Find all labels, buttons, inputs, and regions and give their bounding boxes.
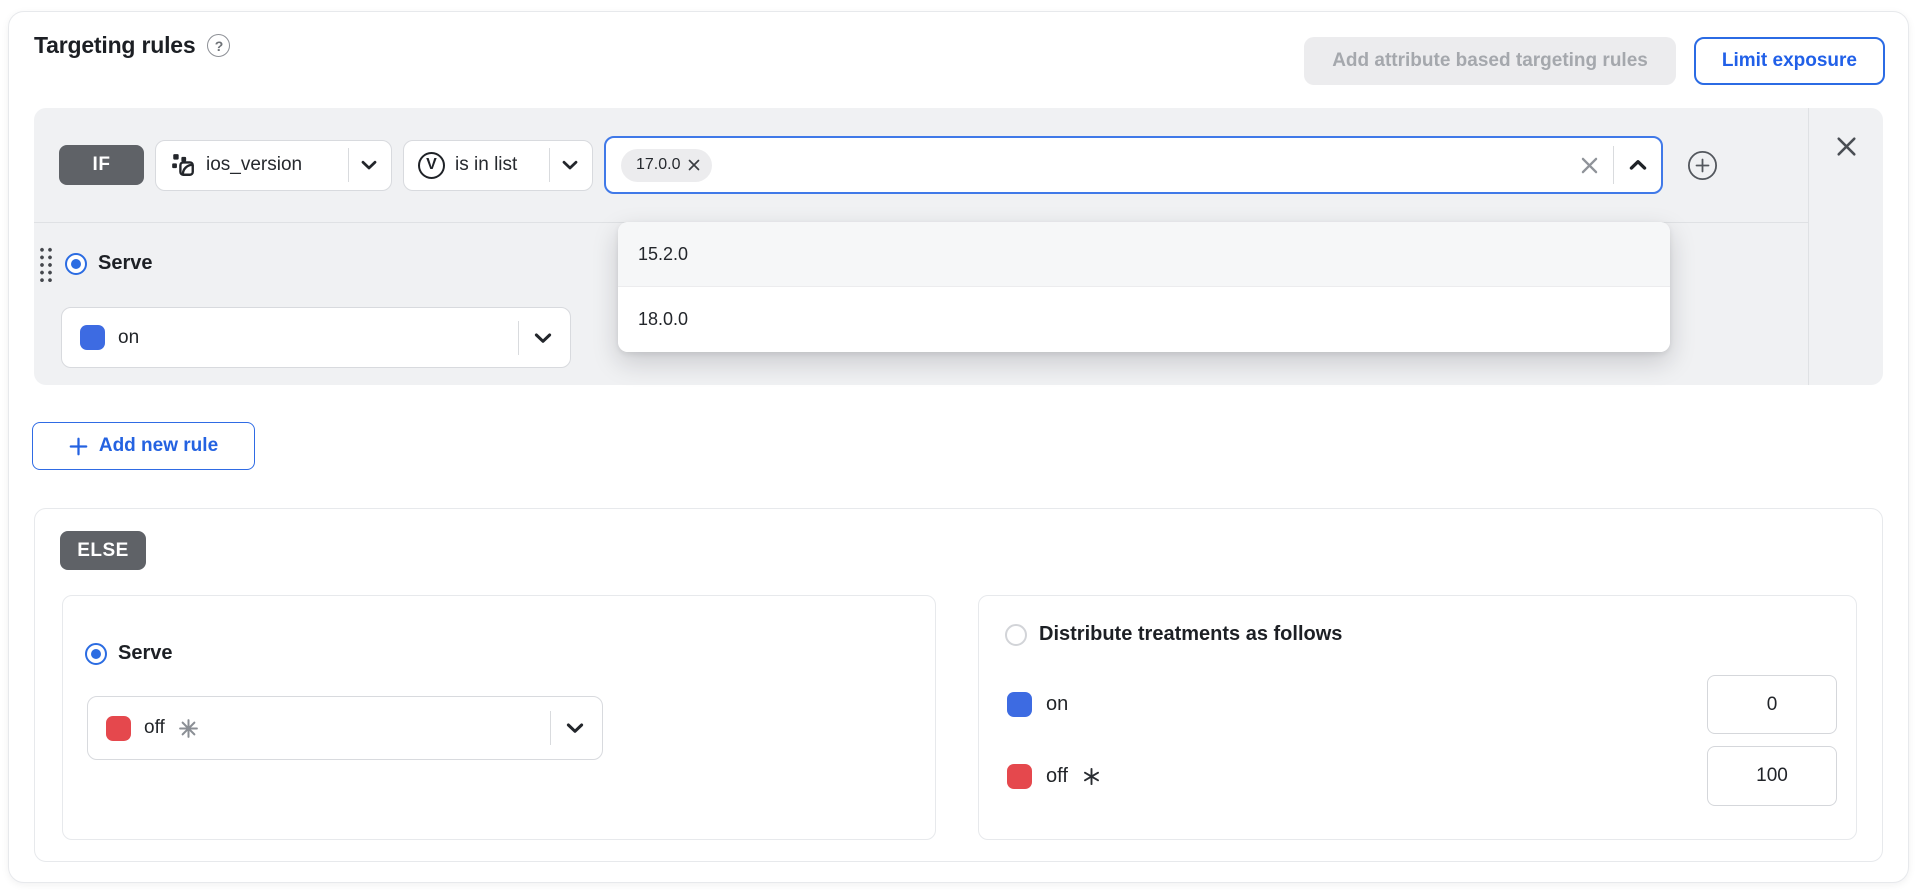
- distribution-treatment-name: on: [1046, 693, 1068, 716]
- else-treatment-value: off: [144, 717, 165, 739]
- serve-label: Serve: [98, 252, 153, 275]
- else-treatment-select[interactable]: off: [87, 696, 603, 760]
- treatment-off-swatch: [106, 716, 131, 741]
- plus-icon: [69, 437, 88, 456]
- value-chip: 17.0.0: [621, 149, 712, 182]
- select-divider: [550, 711, 551, 745]
- default-treatment-icon: [1082, 767, 1101, 786]
- chevron-down-icon: [564, 717, 586, 739]
- value-chip-text: 17.0.0: [636, 156, 680, 174]
- values-multiselect-input[interactable]: 17.0.0: [604, 136, 1663, 194]
- attribute-select[interactable]: ios_version: [155, 140, 392, 191]
- attribute-select-value: ios_version: [206, 154, 302, 176]
- treatment-percent-input[interactable]: [1707, 746, 1837, 806]
- rule-treatment-select[interactable]: on: [61, 307, 571, 368]
- chevron-up-icon[interactable]: [1627, 154, 1649, 176]
- targeting-rules-card: Targeting rules ? Add attribute based ta…: [8, 11, 1909, 883]
- else-serve-row: Serve: [85, 642, 173, 665]
- else-badge: ELSE: [60, 531, 146, 570]
- matcher-select[interactable]: V is in list: [403, 140, 593, 191]
- distribute-label: Distribute treatments as follows: [1039, 623, 1342, 646]
- values-dropdown-panel: 15.2.0 18.0.0: [618, 222, 1670, 352]
- page-title-text: Targeting rules: [34, 32, 195, 59]
- serve-radio[interactable]: [65, 253, 87, 275]
- limit-exposure-button[interactable]: Limit exposure: [1694, 37, 1885, 85]
- page-title: Targeting rules ?: [34, 32, 230, 59]
- else-serve-radio[interactable]: [85, 643, 107, 665]
- rule-delete-column: [1808, 108, 1883, 385]
- default-treatment-icon: [178, 718, 199, 739]
- tag-input-divider: [1613, 146, 1614, 184]
- distribute-title-row: Distribute treatments as follows: [1005, 623, 1342, 646]
- treatment-percent-input[interactable]: [1707, 675, 1837, 734]
- distribution-row: off: [1007, 746, 1837, 806]
- add-attribute-rules-button[interactable]: Add attribute based targeting rules: [1304, 37, 1676, 85]
- add-new-rule-label: Add new rule: [99, 435, 218, 457]
- treatment-off-swatch: [1007, 764, 1032, 789]
- value-option[interactable]: 15.2.0: [618, 222, 1670, 287]
- chip-remove-icon[interactable]: [688, 159, 700, 171]
- if-badge: IF: [59, 145, 144, 185]
- treatment-on-swatch: [1007, 692, 1032, 717]
- else-container: ELSE Serve off Distr: [34, 508, 1883, 862]
- tag-input-controls: [1579, 146, 1649, 184]
- help-icon[interactable]: ?: [207, 34, 230, 57]
- delete-rule-icon[interactable]: [1834, 134, 1859, 159]
- attribute-icon: [170, 152, 196, 178]
- distribution-treatment-name: off: [1046, 765, 1068, 788]
- add-condition-button[interactable]: [1687, 150, 1718, 181]
- chevron-down-icon: [532, 327, 554, 349]
- chevron-down-icon: [359, 155, 379, 175]
- distribution-row: on: [1007, 675, 1837, 734]
- distribute-radio[interactable]: [1005, 624, 1027, 646]
- else-serve-card: Serve off: [62, 595, 936, 840]
- select-divider: [348, 148, 349, 182]
- value-option[interactable]: 18.0.0: [618, 287, 1670, 352]
- treatment-on-swatch: [80, 325, 105, 350]
- matcher-select-value: is in list: [455, 154, 517, 176]
- add-new-rule-button[interactable]: Add new rule: [32, 422, 255, 470]
- clear-values-icon[interactable]: [1579, 155, 1600, 176]
- rule-condition-row: IF ios_version: [34, 108, 1808, 223]
- distribute-card: Distribute treatments as follows on off: [978, 595, 1857, 840]
- drag-handle-icon[interactable]: [38, 245, 54, 282]
- else-serve-label: Serve: [118, 642, 173, 665]
- matcher-version-icon: V: [418, 152, 445, 179]
- header-buttons: Add attribute based targeting rules Limi…: [1304, 37, 1885, 85]
- rule-treatment-value: on: [118, 327, 139, 349]
- select-divider: [549, 148, 550, 182]
- select-divider: [518, 321, 519, 355]
- chevron-down-icon: [560, 155, 580, 175]
